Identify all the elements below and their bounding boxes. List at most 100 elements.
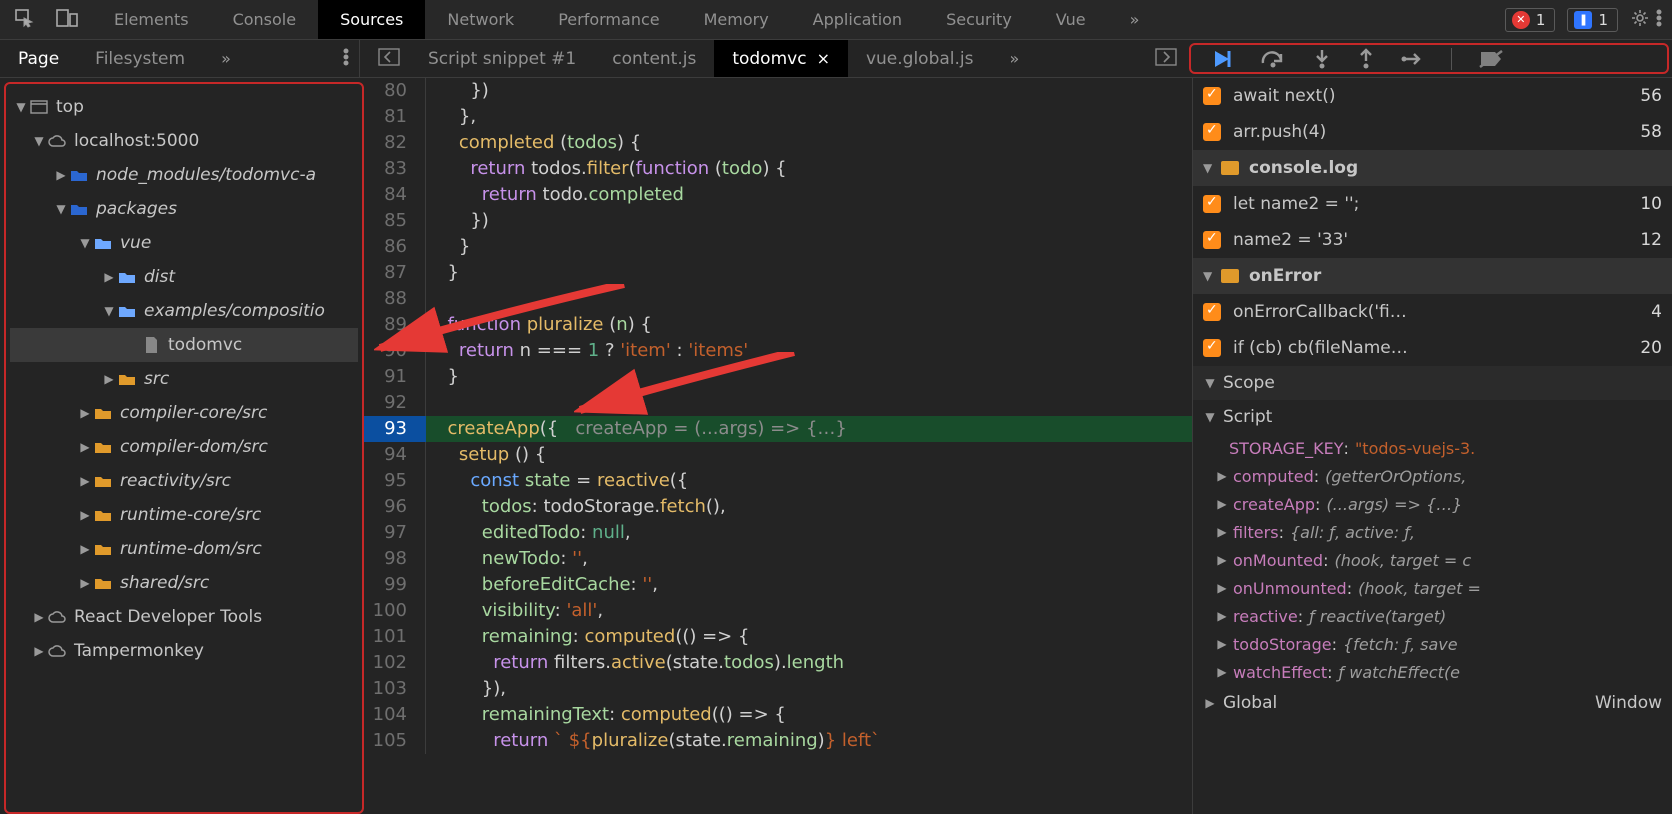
scope-entry[interactable]: ▶onMounted: (hook, target = c (1193, 546, 1672, 574)
tab-console[interactable]: Console (211, 0, 319, 39)
file-tab-vueglobal[interactable]: vue.global.js (848, 40, 992, 77)
code-line[interactable]: 83 return todos.filter(function (todo) { (364, 156, 1192, 182)
kebab-icon[interactable] (1656, 8, 1662, 32)
step-button[interactable] (1401, 49, 1425, 69)
code-editor[interactable]: 80 })81 },82 completed (todos) {83 retur… (364, 78, 1192, 814)
tree-localhost[interactable]: ▼ localhost:5000 (10, 124, 358, 158)
scope-entry[interactable]: ▶onUnmounted: (hook, target = (1193, 574, 1672, 602)
deactivate-breakpoints-button[interactable] (1478, 49, 1504, 69)
tree-react-tools[interactable]: ▶ React Developer Tools (10, 600, 358, 634)
scope-header[interactable]: ▼Scope (1193, 366, 1672, 400)
tree-compiler-core[interactable]: ▶ compiler-core/src (10, 396, 358, 430)
code-line[interactable]: 98 newTodo: '', (364, 546, 1192, 572)
tree-runtime-dom[interactable]: ▶ runtime-dom/src (10, 532, 358, 566)
breakpoint-row[interactable]: await next()56 (1193, 78, 1672, 114)
code-line[interactable]: 85 }) (364, 208, 1192, 234)
tree-runtime-core[interactable]: ▶ runtime-core/src (10, 498, 358, 532)
show-debugger-icon[interactable] (1155, 48, 1189, 70)
file-tab-snippet[interactable]: Script snippet #1 (410, 40, 594, 77)
code-line[interactable]: 80 }) (364, 78, 1192, 104)
nav-tab-filesystem[interactable]: Filesystem (77, 41, 203, 77)
scope-global-header[interactable]: ▶ Global Window (1193, 686, 1672, 720)
close-icon[interactable]: × (817, 49, 830, 68)
tree-tampermonkey[interactable]: ▶ Tampermonkey (10, 634, 358, 668)
nav-tabs-overflow-icon[interactable]: » (203, 41, 251, 77)
tree-dist[interactable]: ▶ dist (10, 260, 358, 294)
tree-shared[interactable]: ▶ shared/src (10, 566, 358, 600)
tab-elements[interactable]: Elements (92, 0, 211, 39)
breakpoint-row[interactable]: let name2 = '';10 (1193, 186, 1672, 222)
scope-entry[interactable]: STORAGE_KEY: "todos-vuejs-3. (1193, 434, 1672, 462)
resume-button[interactable] (1211, 47, 1233, 71)
tree-examples[interactable]: ▼ examples/compositio (10, 294, 358, 328)
code-line[interactable]: 92 (364, 390, 1192, 416)
scope-entry[interactable]: ▶todoStorage: {fetch: ƒ, save (1193, 630, 1672, 658)
breakpoint-checkbox[interactable] (1203, 195, 1221, 213)
breakpoint-row[interactable]: if (cb) cb(fileName…20 (1193, 330, 1672, 366)
tab-security[interactable]: Security (924, 0, 1034, 39)
scope-entry[interactable]: ▶createApp: (...args) => {…} (1193, 490, 1672, 518)
breakpoint-row[interactable]: name2 = '33'12 (1193, 222, 1672, 258)
code-line[interactable]: 101 remaining: computed(() => { (364, 624, 1192, 650)
code-line[interactable]: 95 const state = reactive({ (364, 468, 1192, 494)
code-line[interactable]: 87 } (364, 260, 1192, 286)
tree-node-modules[interactable]: ▶ node_modules/todomvc-a (10, 158, 358, 192)
file-tabs-overflow-icon[interactable]: » (992, 40, 1040, 77)
code-line[interactable]: 90 return n === 1 ? 'item' : 'items' (364, 338, 1192, 364)
code-line[interactable]: 91 } (364, 364, 1192, 390)
code-line[interactable]: 89 function pluralize (n) { (364, 312, 1192, 338)
tab-memory[interactable]: Memory (682, 0, 791, 39)
breakpoint-row[interactable]: onErrorCallback('fi…4 (1193, 294, 1672, 330)
code-line[interactable]: 86 } (364, 234, 1192, 260)
scope-entry[interactable]: ▶watchEffect: ƒ watchEffect(e (1193, 658, 1672, 686)
nav-tab-page[interactable]: Page (0, 41, 77, 77)
breakpoint-group[interactable]: ▼onError (1193, 258, 1672, 294)
scope-script-header[interactable]: ▼Script (1193, 400, 1672, 434)
breakpoint-checkbox[interactable] (1203, 87, 1221, 105)
tabs-overflow-icon[interactable]: » (1108, 0, 1164, 39)
tab-vue[interactable]: Vue (1034, 0, 1108, 39)
tab-application[interactable]: Application (791, 0, 924, 39)
file-tab-todomvc[interactable]: todomvc× (714, 40, 848, 77)
tab-network[interactable]: Network (425, 0, 536, 39)
code-line[interactable]: 81 }, (364, 104, 1192, 130)
code-line[interactable]: 100 visibility: 'all', (364, 598, 1192, 624)
step-out-button[interactable] (1357, 48, 1375, 70)
code-line[interactable]: 94 setup () { (364, 442, 1192, 468)
code-line[interactable]: 103 }), (364, 676, 1192, 702)
scope-entry[interactable]: ▶computed: (getterOrOptions, (1193, 462, 1672, 490)
code-line[interactable]: 97 editedTodo: null, (364, 520, 1192, 546)
settings-icon[interactable] (1630, 8, 1650, 32)
code-line[interactable]: 99 beforeEditCache: '', (364, 572, 1192, 598)
nav-kebab-icon[interactable] (343, 48, 359, 70)
error-badge[interactable]: ✕1 (1505, 8, 1556, 32)
tree-reactivity[interactable]: ▶ reactivity/src (10, 464, 358, 498)
breakpoint-checkbox[interactable] (1203, 231, 1221, 249)
tree-compiler-dom[interactable]: ▶ compiler-dom/src (10, 430, 358, 464)
breakpoint-checkbox[interactable] (1203, 123, 1221, 141)
tree-packages[interactable]: ▼ packages (10, 192, 358, 226)
breakpoint-row[interactable]: arr.push(4)58 (1193, 114, 1672, 150)
tree-src[interactable]: ▶ src (10, 362, 358, 396)
file-tab-content[interactable]: content.js (594, 40, 714, 77)
tree-todomvc[interactable]: todomvc (10, 328, 358, 362)
code-line[interactable]: 88 (364, 286, 1192, 312)
code-line[interactable]: 102 return filters.active(state.todos).l… (364, 650, 1192, 676)
scope-entry[interactable]: ▶filters: {all: ƒ, active: ƒ, (1193, 518, 1672, 546)
tab-sources[interactable]: Sources (318, 0, 425, 39)
show-navigator-icon[interactable] (368, 48, 410, 70)
breakpoint-group[interactable]: ▼console.log (1193, 150, 1672, 186)
step-over-button[interactable] (1259, 49, 1287, 69)
scope-entry[interactable]: ▶reactive: ƒ reactive(target) (1193, 602, 1672, 630)
device-mode-icon[interactable] (56, 8, 78, 32)
tab-performance[interactable]: Performance (536, 0, 681, 39)
code-line[interactable]: 82 completed (todos) { (364, 130, 1192, 156)
breakpoint-checkbox[interactable] (1203, 339, 1221, 357)
inspect-icon[interactable] (14, 8, 34, 32)
code-line[interactable]: 105 return ` ${pluralize(state.remaining… (364, 728, 1192, 754)
code-line[interactable]: 93 createApp({ createApp = (...args) => … (364, 416, 1192, 442)
tree-top[interactable]: ▼ top (10, 90, 358, 124)
breakpoint-checkbox[interactable] (1203, 303, 1221, 321)
step-into-button[interactable] (1313, 48, 1331, 70)
tree-vue[interactable]: ▼ vue (10, 226, 358, 260)
